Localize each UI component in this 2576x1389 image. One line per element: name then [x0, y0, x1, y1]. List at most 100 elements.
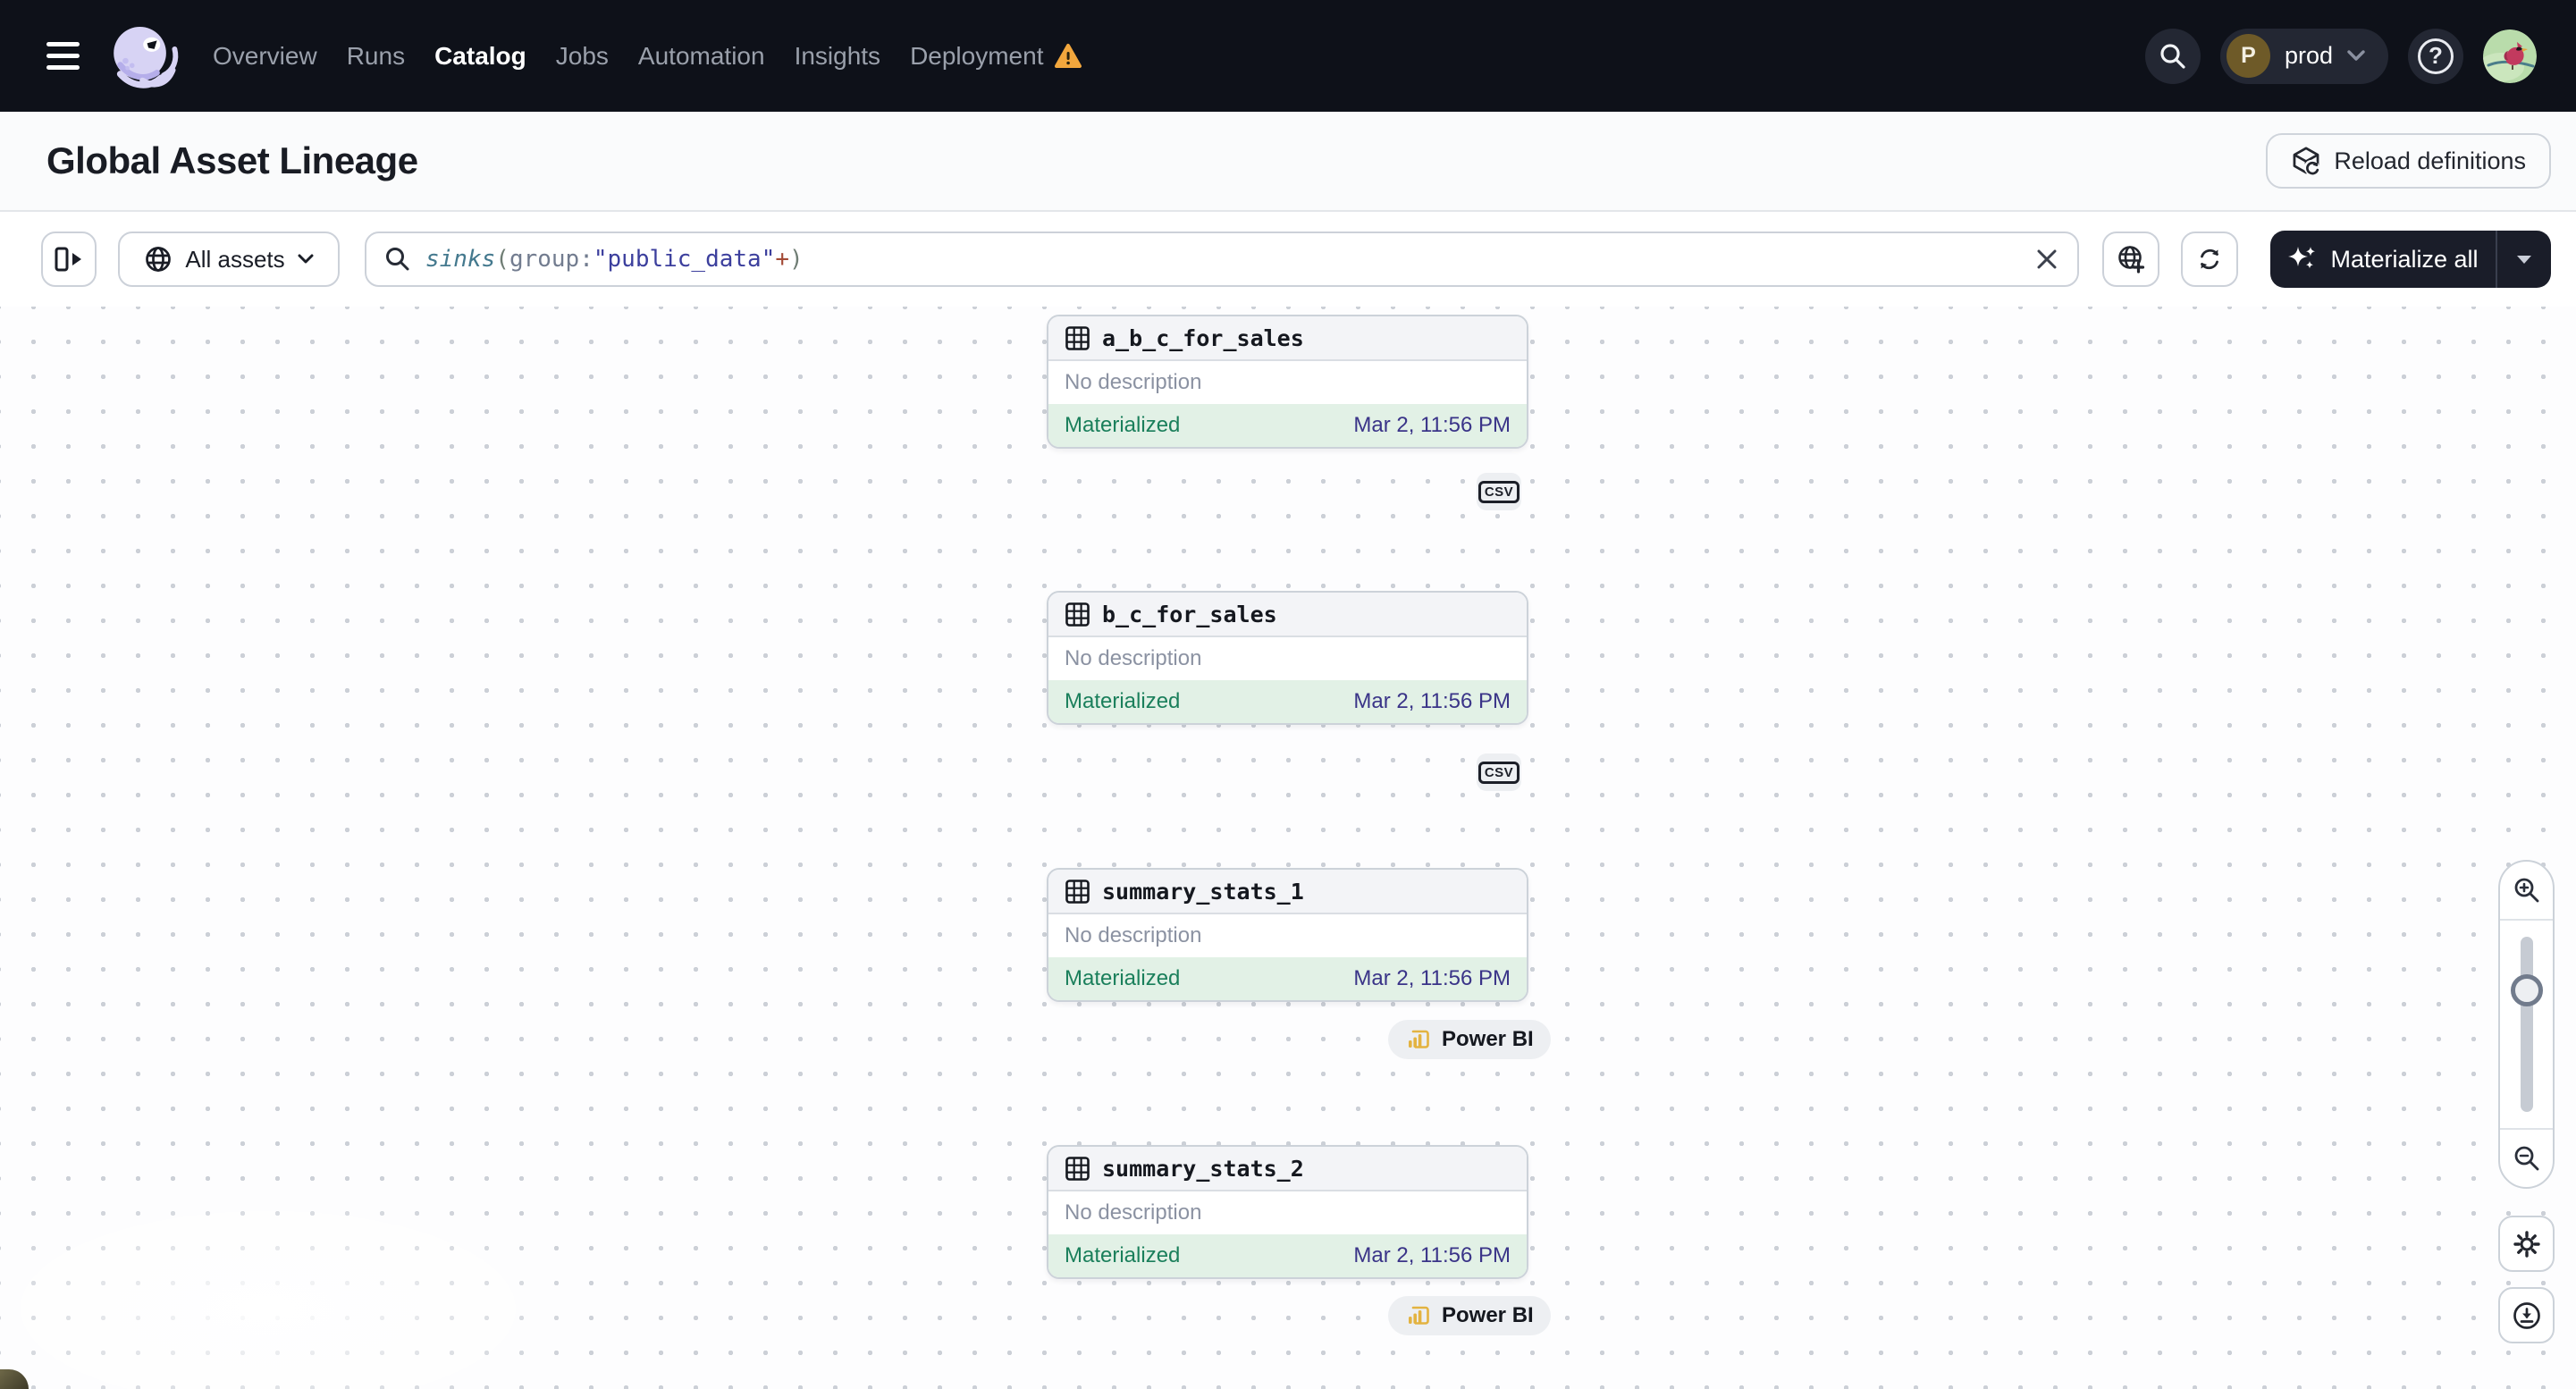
app-window: Overview Runs Catalog Jobs Automation In… [0, 0, 2576, 1389]
nav-item-deployment[interactable]: Deployment [910, 42, 1082, 71]
asset-node-header[interactable]: summary_stats_2 [1048, 1147, 1527, 1191]
table-icon [1065, 325, 1090, 350]
avatar-cardinal-image [2483, 29, 2537, 83]
asset-description: No description [1065, 370, 1202, 394]
powerbi-icon [1409, 1030, 1429, 1048]
query-paren-close: ) [789, 246, 804, 273]
search-button[interactable] [2144, 28, 2201, 84]
help-button[interactable]: ? [2408, 28, 2463, 84]
menu-icon[interactable] [46, 42, 82, 70]
search-icon [2160, 43, 2185, 69]
materialized-timestamp[interactable]: Mar 2, 11:56 PM [1353, 1243, 1511, 1268]
nav-item-deployment-label: Deployment [910, 41, 1044, 70]
nav-right-cluster: P prod ? [2144, 28, 2537, 84]
reload-definitions-label: Reload definitions [2334, 147, 2526, 174]
materialized-status: Materialized [1065, 1243, 1181, 1267]
materialize-all-main[interactable]: Materialize all [2270, 244, 2496, 274]
asset-node-header[interactable]: a_b_c_for_sales [1048, 316, 1527, 361]
table-icon [1065, 1156, 1090, 1181]
nav-item-catalog[interactable]: Catalog [434, 42, 526, 71]
asset-node-header[interactable]: summary_stats_1 [1048, 870, 1527, 914]
chevron-down-icon [2347, 50, 2365, 61]
materialized-status: Materialized [1065, 689, 1181, 713]
canvas-glow [0, 1174, 608, 1389]
globe-plus-icon [2118, 246, 2145, 274]
gear-icon [2513, 1230, 2540, 1258]
table-icon [1065, 602, 1090, 627]
asset-node-a-b-c-for-sales[interactable]: a_b_c_for_sales No description Materiali… [1047, 315, 1528, 449]
powerbi-tag-label: Power BI [1442, 1027, 1534, 1051]
lineage-canvas[interactable]: a_b_c_for_sales No description Materiali… [0, 307, 2576, 1389]
zoom-control [2498, 860, 2555, 1189]
asset-name: summary_stats_2 [1102, 1155, 1304, 1182]
query-key: group: [509, 246, 593, 273]
asset-scope-dropdown[interactable]: All assets [118, 232, 340, 287]
csv-icon: CSV [1477, 761, 1520, 784]
asset-description: No description [1065, 646, 1202, 670]
search-icon [386, 248, 409, 271]
environment-name: prod [2284, 42, 2333, 69]
selection-query: sinks(group:"public_data"+) [425, 246, 804, 273]
kind-tag-csv[interactable]: CSV [1477, 473, 1521, 510]
sparkles-icon [2288, 247, 2316, 269]
kind-tag-powerbi[interactable]: Power BI [1388, 1020, 1551, 1059]
materialized-timestamp[interactable]: Mar 2, 11:56 PM [1353, 966, 1511, 991]
expand-panel-icon [55, 247, 81, 272]
asset-description: No description [1065, 923, 1202, 947]
table-icon [1065, 879, 1090, 904]
graph-settings-button[interactable] [2498, 1216, 2555, 1272]
asset-node-summary-stats-1[interactable]: summary_stats_1 No description Materiali… [1047, 868, 1528, 1002]
kind-tag-powerbi[interactable]: Power BI [1388, 1296, 1551, 1335]
kind-tag-csv[interactable]: CSV [1477, 753, 1521, 791]
page-title: Global Asset Lineage [46, 139, 418, 181]
reload-cube-icon [2293, 147, 2320, 175]
asset-name: b_c_for_sales [1102, 601, 1277, 627]
zoom-slider-track[interactable] [2520, 937, 2533, 1112]
asset-name: summary_stats_1 [1102, 878, 1304, 905]
warning-icon [1055, 43, 1082, 68]
primary-nav: Overview Runs Catalog Jobs Automation In… [213, 42, 1082, 71]
lineage-toolbar: All assets sinks(group:"public_data"+) M… [0, 212, 2576, 307]
materialized-timestamp[interactable]: Mar 2, 11:56 PM [1353, 689, 1511, 714]
open-left-panel-button[interactable] [41, 232, 97, 287]
clear-search-button[interactable] [2034, 247, 2059, 272]
dagster-logo-icon[interactable] [102, 15, 181, 97]
reload-definitions-button[interactable]: Reload definitions [2266, 133, 2551, 189]
nav-item-automation[interactable]: Automation [638, 42, 765, 71]
asset-status-row: Materialized Mar 2, 11:56 PM [1048, 680, 1527, 723]
powerbi-tag-label: Power BI [1442, 1303, 1534, 1327]
query-operator: + [775, 246, 790, 273]
nav-item-overview[interactable]: Overview [213, 42, 317, 71]
asset-status-row: Materialized Mar 2, 11:56 PM [1048, 404, 1527, 447]
materialized-timestamp[interactable]: Mar 2, 11:56 PM [1353, 413, 1511, 438]
nav-item-insights[interactable]: Insights [795, 42, 881, 71]
zoom-in-icon [2514, 878, 2538, 903]
asset-node-b-c-for-sales[interactable]: b_c_for_sales No description Materialize… [1047, 591, 1528, 725]
zoom-slider-thumb[interactable] [2510, 974, 2543, 1006]
nav-item-runs[interactable]: Runs [347, 42, 405, 71]
zoom-in-button[interactable] [2500, 862, 2553, 919]
materialize-all-button[interactable]: Materialize all [2270, 231, 2551, 288]
asset-node-summary-stats-2[interactable]: summary_stats_2 No description Materiali… [1047, 1145, 1528, 1279]
zoom-slider[interactable] [2500, 921, 2553, 1128]
view-full-graph-button[interactable] [2102, 232, 2159, 287]
user-avatar[interactable] [2483, 29, 2537, 83]
materialize-options-button[interactable] [2496, 231, 2551, 288]
chevron-down-icon [298, 254, 314, 264]
query-string: "public_data" [593, 246, 776, 273]
download-icon [2513, 1301, 2540, 1329]
nav-item-jobs[interactable]: Jobs [556, 42, 609, 71]
zoom-out-icon [2514, 1146, 2538, 1171]
download-image-button[interactable] [2498, 1287, 2555, 1343]
refresh-graph-button[interactable] [2181, 232, 2238, 287]
asset-node-header[interactable]: b_c_for_sales [1048, 593, 1527, 637]
asset-selection-input[interactable]: sinks(group:"public_data"+) [365, 232, 2079, 287]
environment-avatar: P [2226, 34, 2270, 78]
asset-status-row: Materialized Mar 2, 11:56 PM [1048, 957, 1527, 1000]
zoom-out-button[interactable] [2500, 1130, 2553, 1187]
materialize-all-label: Materialize all [2330, 245, 2479, 273]
csv-icon: CSV [1477, 480, 1520, 503]
environment-switcher[interactable]: P prod [2219, 28, 2388, 84]
asset-name: a_b_c_for_sales [1102, 324, 1304, 351]
materialized-status: Materialized [1065, 966, 1181, 990]
